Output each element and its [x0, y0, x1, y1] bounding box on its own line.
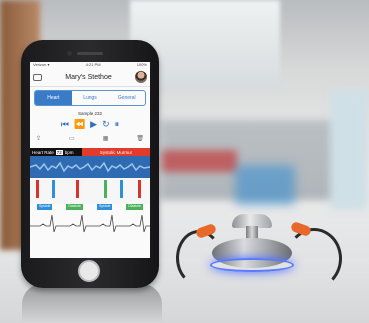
mode-tabs: Heart Lungs General	[34, 90, 146, 106]
app-screen: Verizon ▾ 4:21 PM 100% Mary's Stethoe He…	[30, 62, 150, 258]
sample-label: Sample 232	[77, 111, 103, 116]
photo-scene: Verizon ▾ 4:21 PM 100% Mary's Stethoe He…	[0, 0, 369, 323]
tab-lungs[interactable]: Lungs	[72, 91, 109, 105]
sound-markers	[30, 178, 150, 204]
calendar-icon[interactable]: ▦	[103, 135, 109, 142]
playback-controls: ⏮ ⏪ ▶ ↻ ⏸	[30, 119, 150, 129]
smartphone: Verizon ▾ 4:21 PM 100% Mary's Stethoe He…	[21, 40, 159, 288]
clock: 4:21 PM	[85, 62, 101, 67]
tool-row: ⇪ ▭ ▦ 🗑	[30, 135, 150, 142]
share-icon[interactable]: ⇪	[36, 135, 41, 142]
trash-icon[interactable]: 🗑	[136, 135, 144, 142]
folder-icon[interactable]: ▭	[69, 135, 75, 142]
skip-back-icon[interactable]: ⏮	[61, 119, 69, 129]
waveform-graphic	[30, 161, 150, 173]
marker-green[interactable]	[104, 180, 107, 198]
glowing-ring	[210, 258, 294, 272]
pause-icon[interactable]: ⏸	[115, 119, 120, 129]
heart-rate-panel: Heart Rate 72 bpm	[30, 148, 82, 156]
marker-blue[interactable]	[120, 180, 123, 198]
background-right-object	[330, 90, 368, 210]
phone-reflection	[22, 284, 162, 323]
repeat-icon[interactable]: ↻	[102, 119, 110, 129]
avatar[interactable]	[135, 71, 147, 83]
ecg-graphic	[30, 214, 150, 233]
heart-rate-label: Heart Rate	[32, 149, 54, 155]
tab-heart[interactable]: Heart	[35, 91, 72, 105]
heart-rate-bar: Heart Rate 72 bpm Systolic Murmur	[30, 148, 150, 156]
carrier-label: Verizon ▾	[33, 62, 50, 67]
marker-red[interactable]	[36, 180, 39, 198]
ecg-trace	[30, 210, 150, 236]
front-camera	[67, 51, 72, 56]
tab-general[interactable]: General	[108, 91, 145, 105]
marker-red[interactable]	[138, 180, 141, 198]
home-button[interactable]	[78, 260, 100, 282]
murmur-marker-label: Systolic Murmur	[82, 148, 150, 156]
play-icon[interactable]: ▶	[90, 119, 97, 129]
heart-rate-value: 72	[55, 149, 63, 155]
marker-red[interactable]	[76, 180, 79, 198]
background-red-object	[162, 150, 237, 172]
background-blue-object	[235, 165, 295, 205]
battery-label: 100%	[136, 62, 147, 67]
app-logo-icon[interactable]	[33, 73, 42, 81]
waveform-display	[30, 156, 150, 178]
rewind-icon[interactable]: ⏪	[74, 119, 85, 129]
earpiece-speaker	[77, 52, 103, 55]
stethoscope-chestpiece	[208, 214, 296, 284]
app-header: Mary's Stethoe	[30, 68, 150, 87]
heart-rate-unit: bpm	[64, 149, 74, 155]
app-title: Mary's Stethoe	[65, 73, 112, 81]
marker-blue[interactable]	[52, 180, 55, 198]
